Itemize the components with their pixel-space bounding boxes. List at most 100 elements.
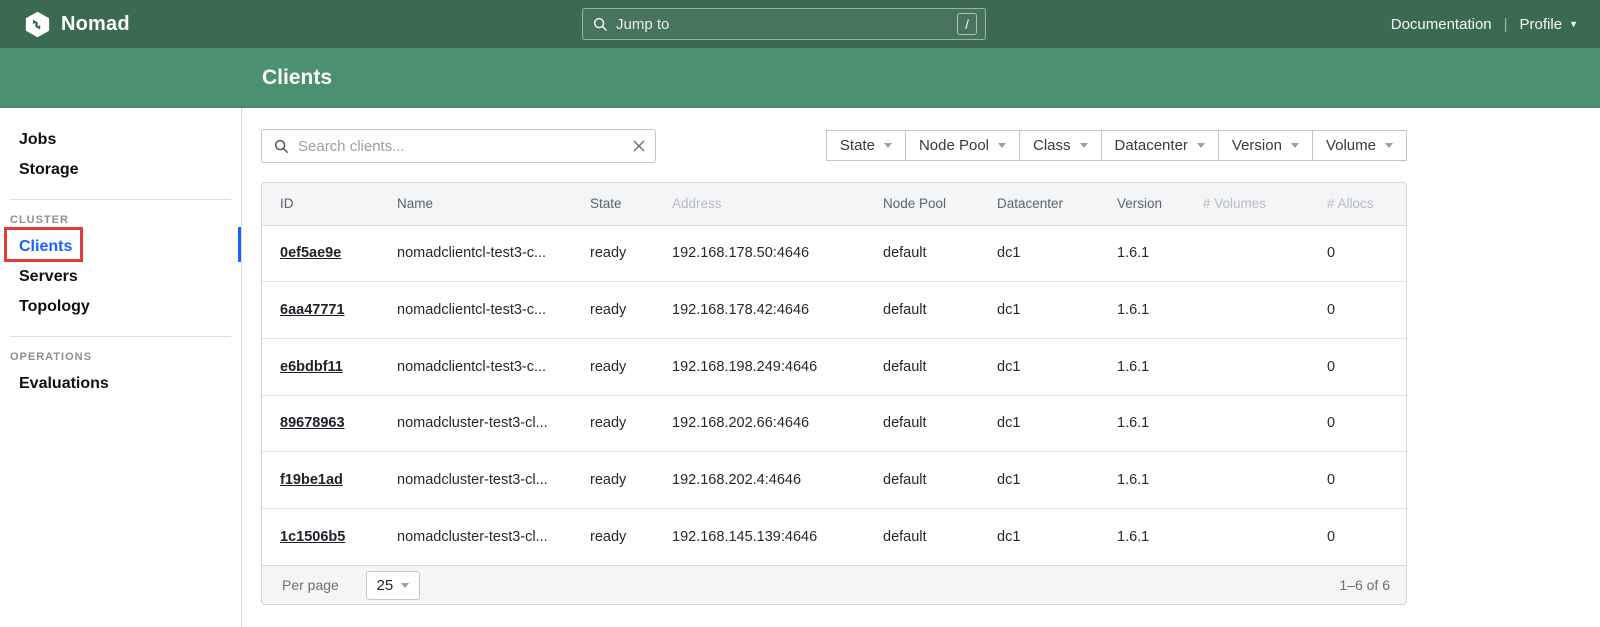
search-icon <box>274 139 289 154</box>
client-volumes <box>1185 395 1309 452</box>
filter-dropdown[interactable]: State <box>826 130 906 161</box>
filter-label: Node Pool <box>919 137 989 154</box>
documentation-link[interactable]: Documentation <box>1391 16 1492 33</box>
client-node-pool: default <box>865 282 979 339</box>
per-page-label: Per page <box>282 577 339 593</box>
client-version: 1.6.1 <box>1099 395 1185 452</box>
chevron-down-icon <box>401 583 409 588</box>
client-version: 1.6.1 <box>1099 508 1185 565</box>
client-datacenter: dc1 <box>979 225 1099 282</box>
client-node-pool: default <box>865 395 979 452</box>
client-row[interactable]: 0ef5ae9e nomadclientcl-test3-c... ready … <box>262 225 1407 282</box>
client-volumes <box>1185 508 1309 565</box>
client-version: 1.6.1 <box>1099 282 1185 339</box>
client-row[interactable]: e6bdbf11 nomadclientcl-test3-c... ready … <box>262 338 1407 395</box>
nomad-logo-icon <box>24 11 51 38</box>
client-id-link[interactable]: f19be1ad <box>280 472 343 488</box>
chevron-down-icon <box>1385 143 1393 148</box>
pagination-footer: Per page 25 1–6 of 6 <box>262 565 1406 604</box>
client-allocs: 0 <box>1309 395 1407 452</box>
filter-dropdown[interactable]: Volume <box>1312 130 1407 161</box>
jump-to-input[interactable] <box>616 16 957 33</box>
nomad-home-link[interactable]: Nomad <box>24 11 130 38</box>
client-version: 1.6.1 <box>1099 452 1185 509</box>
clients-table: ID Name State Address Node Pool Datacent… <box>261 182 1407 605</box>
client-datacenter: dc1 <box>979 338 1099 395</box>
column-header[interactable]: Name <box>379 183 572 225</box>
filter-label: Datacenter <box>1115 137 1188 154</box>
profile-label: Profile <box>1520 16 1563 33</box>
client-row[interactable]: 89678963 nomadcluster-test3-cl... ready … <box>262 395 1407 452</box>
client-state: ready <box>572 508 654 565</box>
client-version: 1.6.1 <box>1099 225 1185 282</box>
client-row[interactable]: 6aa47771 nomadclientcl-test3-c... ready … <box>262 282 1407 339</box>
per-page-select[interactable]: 25 <box>366 571 420 600</box>
sidebar-item-jobs[interactable]: Jobs <box>0 125 241 155</box>
column-header[interactable]: # Allocs <box>1309 183 1407 225</box>
column-header[interactable]: Node Pool <box>865 183 979 225</box>
filter-bar: State Node Pool Class <box>827 130 1407 161</box>
jump-to-search[interactable]: / <box>582 8 986 40</box>
search-icon <box>593 17 608 32</box>
sidebar-item-clients[interactable]: Clients <box>0 232 241 262</box>
client-address: 192.168.198.249:4646 <box>654 338 865 395</box>
filter-dropdown[interactable]: Version <box>1218 130 1313 161</box>
filter-dropdown[interactable]: Node Pool <box>905 130 1020 161</box>
client-state: ready <box>572 225 654 282</box>
client-state: ready <box>572 338 654 395</box>
column-header[interactable]: State <box>572 183 654 225</box>
sidebar-divider <box>10 199 231 200</box>
client-address: 192.168.202.4:4646 <box>654 452 865 509</box>
clients-search-box[interactable] <box>261 129 656 163</box>
filter-label: Version <box>1232 137 1282 154</box>
sidebar-section-cluster: CLUSTER <box>0 214 241 226</box>
client-address: 192.168.178.42:4646 <box>654 282 865 339</box>
column-header[interactable]: Address <box>654 183 865 225</box>
client-name: nomadcluster-test3-cl... <box>379 508 572 565</box>
per-page-value: 25 <box>376 577 393 594</box>
client-allocs: 0 <box>1309 225 1407 282</box>
client-id-link[interactable]: 6aa47771 <box>280 302 345 318</box>
client-version: 1.6.1 <box>1099 338 1185 395</box>
pagination-range: 1–6 of 6 <box>1339 577 1390 593</box>
page-header: Clients <box>0 48 1600 108</box>
client-node-pool: default <box>865 452 979 509</box>
client-allocs: 0 <box>1309 282 1407 339</box>
brand-name: Nomad <box>61 13 130 36</box>
chevron-down-icon <box>1080 143 1088 148</box>
sidebar-divider <box>10 336 231 337</box>
column-header[interactable]: ID <box>262 183 379 225</box>
client-id-link[interactable]: 0ef5ae9e <box>280 245 341 261</box>
sidebar-item-servers[interactable]: Servers <box>0 262 241 292</box>
client-allocs: 0 <box>1309 338 1407 395</box>
sidebar: Jobs Storage CLUSTER Clients Servers Top… <box>0 108 242 627</box>
column-header[interactable]: Datacenter <box>979 183 1099 225</box>
column-header[interactable]: Version <box>1099 183 1185 225</box>
client-address: 192.168.202.66:4646 <box>654 395 865 452</box>
sidebar-item-topology[interactable]: Topology <box>0 292 241 322</box>
client-id-link[interactable]: e6bdbf11 <box>280 359 343 375</box>
client-id-link[interactable]: 1c1506b5 <box>280 529 345 545</box>
profile-menu[interactable]: Profile ▼ <box>1520 16 1578 33</box>
sidebar-item-evaluations[interactable]: Evaluations <box>0 369 241 399</box>
client-volumes <box>1185 338 1309 395</box>
client-allocs: 0 <box>1309 452 1407 509</box>
client-row[interactable]: 1c1506b5 nomadcluster-test3-cl... ready … <box>262 508 1407 565</box>
filter-dropdown[interactable]: Datacenter <box>1101 130 1219 161</box>
client-row[interactable]: f19be1ad nomadcluster-test3-cl... ready … <box>262 452 1407 509</box>
page-title: Clients <box>262 66 332 90</box>
slash-shortcut-key: / <box>957 13 977 35</box>
sidebar-item-storage[interactable]: Storage <box>0 155 241 185</box>
client-datacenter: dc1 <box>979 282 1099 339</box>
filter-label: Class <box>1033 137 1071 154</box>
client-address: 192.168.145.139:4646 <box>654 508 865 565</box>
chevron-down-icon <box>884 143 892 148</box>
filter-dropdown[interactable]: Class <box>1019 130 1102 161</box>
client-id-link[interactable]: 89678963 <box>280 415 345 431</box>
sidebar-section-operations: OPERATIONS <box>0 351 241 363</box>
client-name: nomadcluster-test3-cl... <box>379 395 572 452</box>
chevron-down-icon <box>1291 143 1299 148</box>
clear-search-icon[interactable] <box>633 140 645 152</box>
column-header[interactable]: # Volumes <box>1185 183 1309 225</box>
clients-search-input[interactable] <box>298 138 633 155</box>
